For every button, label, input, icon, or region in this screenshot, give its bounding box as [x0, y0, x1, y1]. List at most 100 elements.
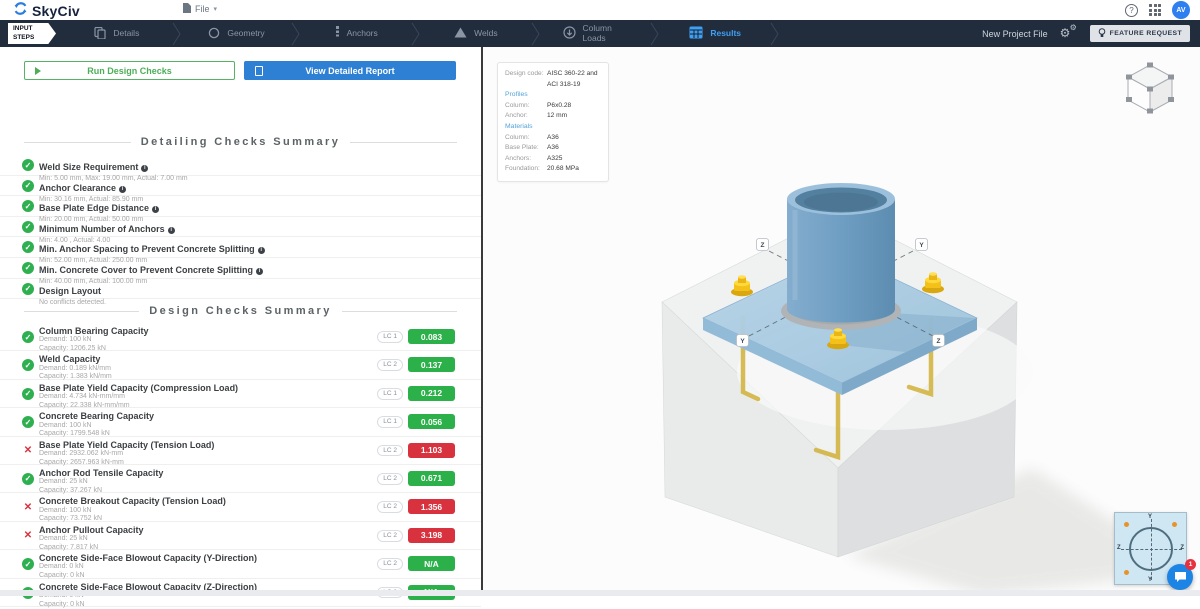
tab-geometry[interactable]: Geometry	[182, 20, 292, 47]
workflow-tabs: Details Geometry Anchors Welds Column Lo…	[62, 20, 780, 47]
tab-label: Results	[710, 29, 741, 39]
run-design-checks-button[interactable]: Run Design Checks	[24, 61, 235, 80]
info-icon[interactable]: i	[119, 186, 126, 193]
tab-welds[interactable]: Welds	[421, 20, 531, 47]
detailing-check-row: Min. Anchor Spacing to Prevent Concrete …	[0, 237, 481, 258]
help-icon[interactable]: ?	[1125, 4, 1138, 17]
anchor-dot	[1124, 570, 1129, 575]
check-pass-icon	[22, 180, 34, 192]
design-checks-heading: Design Checks Summary	[24, 305, 457, 317]
load-case-pill: LC 2	[377, 445, 403, 457]
tab-details[interactable]: Details	[62, 20, 172, 47]
document-icon	[255, 66, 263, 76]
design-check-row: Base Plate Yield Capacity (Tension Load)…	[0, 437, 481, 465]
status-icon	[22, 359, 34, 371]
view-detailed-report-button[interactable]: View Detailed Report	[244, 61, 456, 80]
status-icon	[22, 388, 34, 400]
status-icon	[22, 445, 34, 457]
detailing-check-row: Base Plate Edge Distancei Min: 20.00 mm,…	[0, 196, 481, 217]
info-value: A36	[547, 143, 559, 154]
axis-label-z: Z	[1180, 545, 1184, 551]
detailing-checks-list: Weld Size Requirementi Min: 5.00 mm, Max…	[0, 155, 481, 299]
ratio-badge: 0.671	[408, 471, 455, 486]
materials-link[interactable]: Materials	[505, 122, 601, 133]
svg-text:Z: Z	[937, 338, 941, 345]
viewer-panel[interactable]: Z Y Y Z Design code:AISC 360-22 and ACI …	[483, 47, 1200, 596]
design-check-row: Anchor Pullout Capacity Demand: 25 kN Ca…	[0, 522, 481, 550]
view-cube-widget[interactable]	[1118, 56, 1182, 120]
column-loads-icon	[563, 26, 576, 41]
column-cylinder[interactable]	[787, 183, 895, 323]
load-case-pill: LC 2	[377, 473, 403, 485]
tab-separator	[291, 20, 301, 47]
chat-unread-badge: 1	[1185, 559, 1196, 570]
workflow-nav-bar: INPUTSTEPS Details Geometry Anchors Weld…	[0, 20, 1200, 47]
chevron-down-icon: ▾	[214, 5, 218, 13]
check-pass-icon	[22, 221, 34, 233]
avatar[interactable]: AV	[1172, 1, 1190, 19]
detailing-check-row: Anchor Clearancei Min: 30.16 mm, Actual:…	[0, 176, 481, 197]
info-label: Foundation:	[505, 164, 547, 175]
tab-label: Welds	[474, 29, 497, 39]
info-label: Column:	[505, 133, 547, 144]
design-check-row: Base Plate Yield Capacity (Compression L…	[0, 380, 481, 408]
skyciv-logo[interactable]: SkyCiv	[13, 1, 80, 21]
status-icon	[22, 416, 34, 428]
profiles-link[interactable]: Profiles	[505, 90, 601, 101]
status-icon	[22, 558, 34, 570]
design-check-row: Column Bearing Capacity Demand: 100 kN C…	[0, 323, 481, 351]
axis-label-z: Z	[1117, 545, 1121, 551]
svg-text:Z: Z	[761, 242, 765, 249]
new-project-file-button[interactable]: New Project File	[982, 29, 1048, 39]
column-section-circle	[1129, 527, 1173, 571]
horizontal-scrollbar[interactable]	[0, 590, 1200, 596]
tab-separator	[531, 20, 541, 47]
info-label: Base Plate:	[505, 143, 547, 154]
anchor-dot	[1172, 522, 1177, 527]
status-icon	[22, 501, 34, 513]
file-menu[interactable]: File ▾	[183, 3, 217, 15]
top-bar: SkyCiv File ▾ ? AV	[0, 0, 1200, 20]
tab-separator	[650, 20, 660, 47]
info-icon[interactable]: i	[152, 206, 159, 213]
tab-results[interactable]: Results	[660, 20, 770, 47]
tab-separator	[411, 20, 421, 47]
info-value: 12 mm	[547, 111, 567, 122]
axis-label-y-bottom: Y	[737, 335, 749, 347]
check-pass-icon	[22, 241, 34, 253]
status-icon	[22, 331, 34, 343]
detailing-check-row: Minimum Number of Anchorsi Min: 4.00 , A…	[0, 217, 481, 238]
info-value: A325	[547, 154, 562, 165]
info-icon[interactable]: i	[256, 268, 263, 275]
geometry-icon	[208, 27, 220, 41]
load-case-pill: LC 1	[377, 331, 403, 343]
chat-icon	[1174, 571, 1187, 583]
info-icon[interactable]: i	[168, 227, 175, 234]
info-value: AISC 360-22 and ACI 318-19	[547, 69, 601, 90]
axis-label-y-top: Y	[916, 239, 928, 251]
feature-request-button[interactable]: FEATURE REQUEST	[1090, 25, 1190, 42]
apps-grid-icon[interactable]	[1149, 4, 1161, 16]
ratio-badge: 0.212	[408, 386, 455, 401]
info-label: Design code:	[505, 69, 547, 90]
axis-label-z-top: Z	[757, 239, 769, 251]
tab-anchors[interactable]: Anchors	[301, 20, 411, 47]
detailing-check-row: Min. Concrete Cover to Prevent Concrete …	[0, 258, 481, 279]
tab-label: Anchors	[347, 29, 378, 39]
skyciv-logo-text: SkyCiv	[32, 3, 80, 19]
info-label: Anchors:	[505, 154, 547, 165]
check-title: Design Layout	[39, 287, 101, 297]
load-case-pill: LC 2	[377, 359, 403, 371]
welds-icon	[454, 27, 467, 40]
tab-label: Details	[113, 29, 139, 39]
load-case-pill: LC 1	[377, 416, 403, 428]
skyciv-logo-icon	[13, 1, 28, 21]
run-button-label: Run Design Checks	[87, 66, 172, 76]
info-icon[interactable]: i	[258, 247, 265, 254]
play-icon	[35, 67, 41, 75]
status-icon	[22, 530, 34, 542]
info-icon[interactable]: i	[141, 165, 148, 172]
settings-gears-icon[interactable]: ⚙⚙	[1060, 26, 1078, 42]
tab-column-loads[interactable]: Column Loads	[541, 20, 651, 47]
load-case-pill: LC 2	[377, 530, 403, 542]
